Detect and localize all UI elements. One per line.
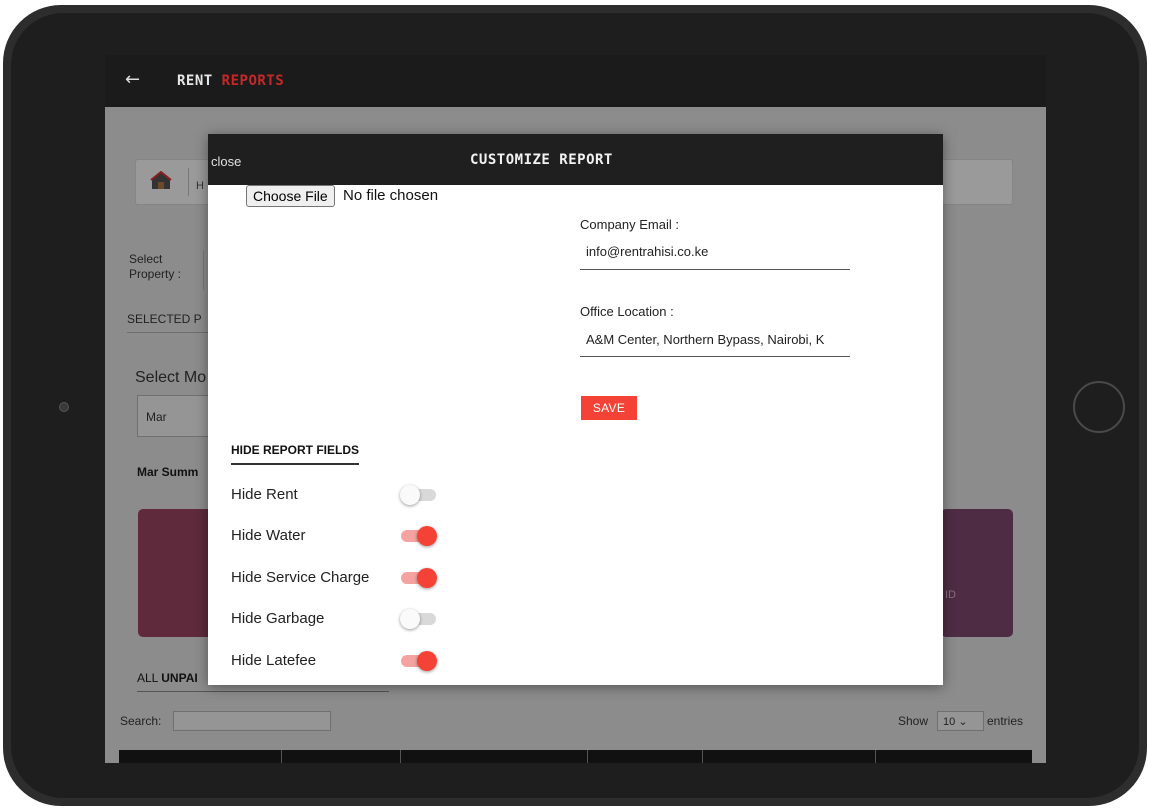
column-divider xyxy=(702,750,703,763)
unpaid-bold: UNPAI xyxy=(161,671,198,685)
office-location-label: Office Location : xyxy=(580,304,674,319)
select-property-label: Select Property : xyxy=(129,252,181,282)
select-property-line2: Property : xyxy=(129,267,182,281)
table-header xyxy=(119,750,1032,763)
column-divider xyxy=(875,750,876,763)
summary-card-right xyxy=(941,509,1013,637)
page-title-part2: REPORTS xyxy=(221,73,285,89)
toggle-label: Hide Water xyxy=(231,527,306,544)
close-button[interactable]: close xyxy=(211,154,241,169)
property-name: H xyxy=(196,180,204,192)
toggle-knob xyxy=(417,651,437,671)
divider xyxy=(188,168,189,196)
summary-card-left xyxy=(138,509,218,637)
toggle-label: Hide Latefee xyxy=(231,652,317,669)
toggle-row-service-charge: Hide Service Charge xyxy=(231,567,451,588)
camera-icon xyxy=(59,402,69,412)
choose-file-button[interactable]: Choose File xyxy=(246,185,335,207)
hide-latefee-toggle[interactable] xyxy=(401,651,437,671)
customize-report-modal: close CUSTOMIZE REPORT Choose File No fi… xyxy=(208,134,943,685)
toggle-row-rent: Hide Rent xyxy=(231,484,451,505)
unpaid-prefix: ALL xyxy=(137,671,162,685)
toggle-knob xyxy=(417,568,437,588)
column-divider xyxy=(587,750,588,763)
toggle-label: Hide Garbage xyxy=(231,610,325,627)
app-header: ← RENT REPORTS xyxy=(105,55,1046,107)
show-label: Show xyxy=(898,714,929,728)
save-button[interactable]: SAVE xyxy=(581,396,637,420)
hide-rent-toggle[interactable] xyxy=(400,485,436,505)
toggle-label: Hide Service Charge xyxy=(231,569,370,586)
back-arrow-icon[interactable]: ← xyxy=(125,69,140,90)
hide-garbage-toggle[interactable] xyxy=(400,609,436,629)
select-property-line1: Select xyxy=(129,252,163,266)
company-email-field[interactable]: info@rentrahisi.co.ke xyxy=(580,240,850,270)
modal-header: close CUSTOMIZE REPORT xyxy=(208,134,943,185)
summary-card-right-text: ID xyxy=(945,589,956,601)
hide-water-toggle[interactable] xyxy=(401,526,437,546)
entries-select[interactable]: 10 ⌄ xyxy=(937,711,984,731)
select-month-label: Select Mo xyxy=(135,369,207,386)
column-divider xyxy=(400,750,401,763)
selected-property-label: SELECTED P xyxy=(127,312,217,333)
toggle-knob xyxy=(400,485,420,505)
search-input[interactable] xyxy=(173,711,331,731)
toggle-row-latefee: Hide Latefee xyxy=(231,650,451,671)
house-logo-icon xyxy=(150,170,172,196)
file-status-text: No file chosen xyxy=(343,187,439,204)
search-label: Search: xyxy=(120,714,162,728)
hide-fields-heading: HIDE REPORT FIELDS xyxy=(231,443,360,465)
page-title-part1: RENT xyxy=(177,73,213,89)
modal-title: CUSTOMIZE REPORT xyxy=(470,152,613,168)
entries-value: 10 xyxy=(943,716,956,728)
column-divider xyxy=(281,750,282,763)
page-title: RENT REPORTS xyxy=(177,73,284,89)
toggle-knob xyxy=(400,609,420,629)
toggle-label: Hide Rent xyxy=(231,486,298,503)
home-button[interactable] xyxy=(1073,381,1125,433)
entries-label: entries xyxy=(987,714,1024,728)
summary-heading: Mar Summ xyxy=(137,465,199,479)
company-email-label: Company Email : xyxy=(580,217,679,232)
toggle-row-garbage: Hide Garbage xyxy=(231,608,451,629)
hide-service-charge-toggle[interactable] xyxy=(401,568,437,588)
chevron-down-icon: ⌄ xyxy=(958,716,968,728)
month-select[interactable]: Mar xyxy=(137,395,217,437)
toggle-row-water: Hide Water xyxy=(231,525,451,546)
office-location-field[interactable]: A&M Center, Northern Bypass, Nairobi, K xyxy=(580,327,850,357)
toggle-knob xyxy=(417,526,437,546)
